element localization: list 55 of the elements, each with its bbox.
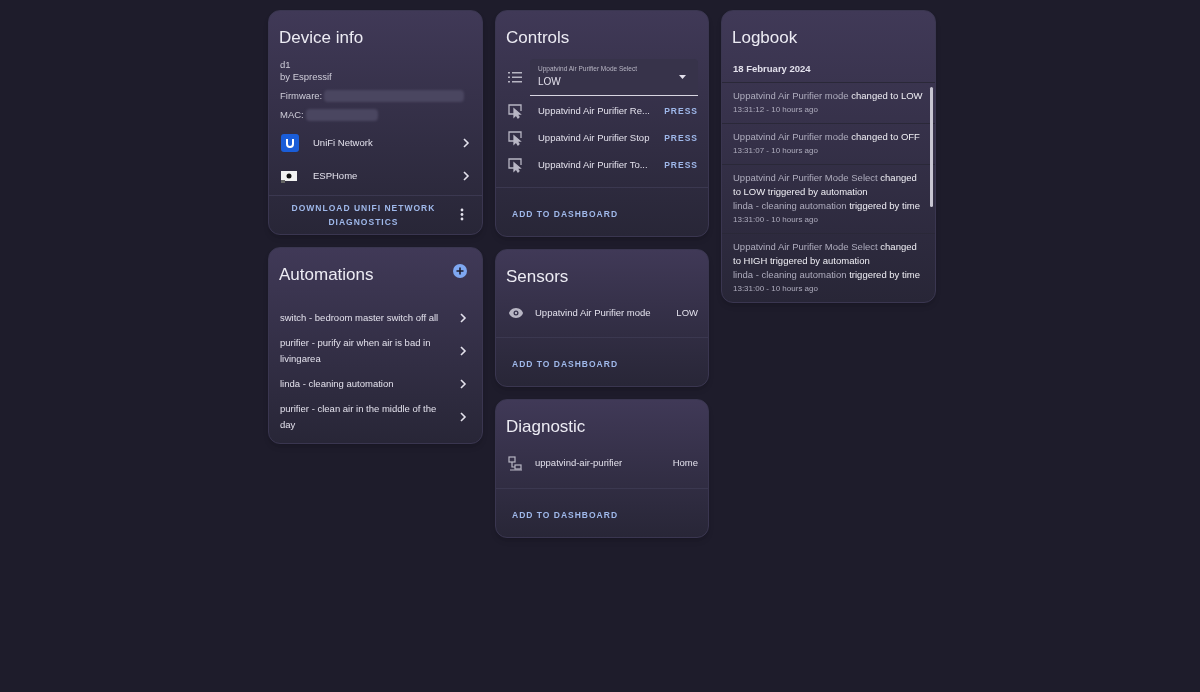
entity-row[interactable]: Uppatvind Air Purifier mode LOW xyxy=(496,297,708,329)
firmware-label: Firmware: xyxy=(280,89,323,102)
add-to-dashboard-button[interactable]: ADD TO DASHBOARD xyxy=(512,207,619,221)
automation-item[interactable]: purifier - purify air when air is bad in livingarea xyxy=(269,334,482,367)
press-button[interactable]: PRESS xyxy=(664,104,698,118)
chevron-right-icon xyxy=(459,312,467,323)
control-name: Uppatvind Air Purifier To... xyxy=(538,157,649,172)
add-to-dashboard-button[interactable]: ADD TO DASHBOARD xyxy=(512,358,619,371)
card-title: Controls xyxy=(505,27,571,49)
chevron-right-icon xyxy=(462,171,470,181)
button-press-icon xyxy=(508,130,523,146)
scrollbar[interactable] xyxy=(930,86,933,207)
automation-item[interactable]: switch - bedroom master switch off all xyxy=(269,301,482,334)
log-time: 13:31:07 - 10 hours ago xyxy=(733,144,819,157)
control-name: Uppatvind Air Purifier Re... xyxy=(538,103,651,118)
chevron-right-icon xyxy=(462,138,470,148)
card-title: Sensors xyxy=(505,265,570,288)
control-name: Uppatvind Air Purifier Stop xyxy=(538,130,651,145)
button-press-icon xyxy=(508,157,523,173)
integration-logo-icon xyxy=(281,169,299,183)
more-options-icon[interactable] xyxy=(460,208,464,221)
mac-label: MAC: xyxy=(280,108,304,121)
chevron-right-icon xyxy=(459,345,467,356)
card-title: Device info xyxy=(278,27,365,49)
button-press-icon xyxy=(508,103,523,119)
eye-icon xyxy=(508,307,524,319)
integration-item[interactable]: UniFi Network xyxy=(269,126,482,160)
log-context: linda - cleaning automation triggered by time xyxy=(733,267,921,282)
automation-item[interactable]: purifier - clean air in the middle of the day xyxy=(269,400,482,433)
integration-item[interactable]: ESPHome xyxy=(269,159,482,193)
automation-item[interactable]: linda - cleaning automation xyxy=(269,367,482,400)
chevron-right-icon xyxy=(459,411,467,422)
manufacturer-text: by Espressif xyxy=(280,70,333,83)
log-time: 13:31:12 - 10 hours ago xyxy=(733,103,819,116)
press-button[interactable]: PRESS xyxy=(664,158,698,172)
dropdown-arrow-icon xyxy=(679,74,686,79)
add-to-dashboard-button[interactable]: ADD TO DASHBOARD xyxy=(512,508,619,522)
log-context: linda - cleaning automation triggered by time xyxy=(733,198,921,213)
log-time: 13:31:00 - 10 hours ago xyxy=(733,282,819,295)
log-message: Uppatvind Air Purifier mode changed to OFF xyxy=(733,129,921,144)
download-diagnostics-button[interactable]: DOWNLOAD UNIFI NETWORK DIAGNOSTICS xyxy=(277,200,450,229)
add-icon[interactable] xyxy=(453,264,467,279)
press-button[interactable]: PRESS xyxy=(664,131,698,145)
card-title: Diagnostic xyxy=(505,416,587,438)
log-time: 13:31:00 - 10 hours ago xyxy=(733,213,819,226)
integration-logo-icon xyxy=(281,134,299,152)
card-title: Logbook xyxy=(731,27,799,49)
date-heading: 18 February 2024 xyxy=(722,58,935,83)
device-name: d1 xyxy=(280,58,292,71)
chevron-right-icon xyxy=(459,378,467,389)
network-icon xyxy=(508,456,523,471)
log-message: Uppatvind Air Purifier mode changed to LOW xyxy=(733,88,924,103)
card-title: Automations xyxy=(278,263,375,286)
entity-row[interactable]: uppatvind-air-purifier Home xyxy=(496,447,708,480)
list-icon xyxy=(508,71,522,83)
